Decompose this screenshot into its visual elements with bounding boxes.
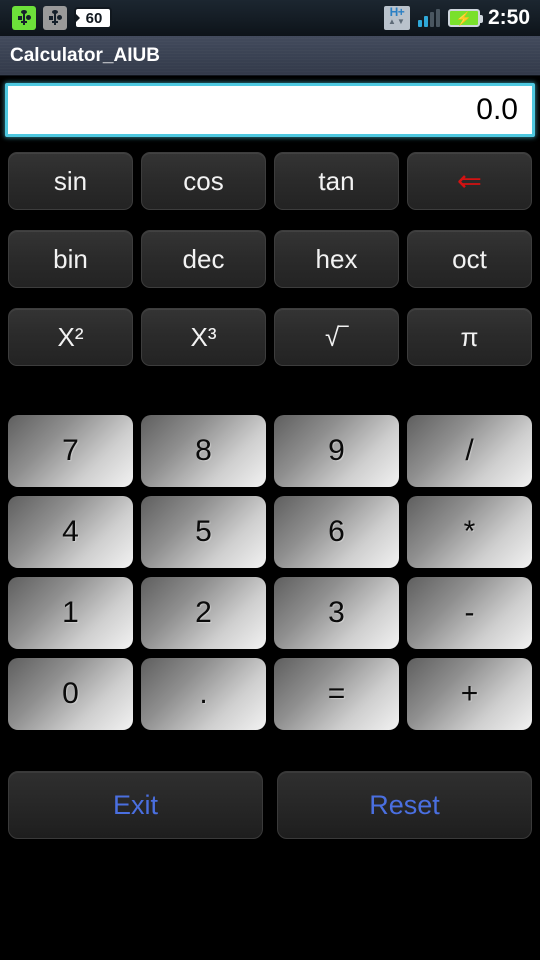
usb-connected-icon xyxy=(12,6,36,30)
reset-button[interactable]: Reset xyxy=(277,771,532,839)
charging-bolt-icon: ⚡ xyxy=(455,10,473,26)
keypad-row-789: 7 8 9 / xyxy=(0,415,540,487)
numeric-keypad: 7 8 9 / 4 5 6 * 1 2 3 - 0 . = + xyxy=(0,415,540,739)
calculator-app: 60 H+ ▲▼ ⚡ 2:50 Calculator_AIUB 0.0 sin … xyxy=(0,0,540,960)
add-button[interactable]: + xyxy=(407,658,532,730)
binary-button[interactable]: bin xyxy=(8,230,133,288)
digit-1-button[interactable]: 1 xyxy=(8,577,133,649)
status-bar-right: H+ ▲▼ ⚡ 2:50 xyxy=(383,6,530,30)
battery-charging-icon: ⚡ xyxy=(447,9,483,27)
keypad-row-0: 0 . = + xyxy=(0,658,540,730)
subtract-button[interactable]: - xyxy=(407,577,532,649)
title-bar: Calculator_AIUB xyxy=(0,36,540,76)
notification-count-badge: 60 xyxy=(74,7,112,29)
decimal-point-button[interactable]: . xyxy=(141,658,266,730)
display-value: 0.0 xyxy=(476,93,518,126)
exit-button[interactable]: Exit xyxy=(8,771,263,839)
digit-7-button[interactable]: 7 xyxy=(8,415,133,487)
network-hspa-icon: H+ ▲▼ xyxy=(383,6,410,30)
action-bar: Exit Reset xyxy=(0,771,540,839)
cube-button[interactable]: X³ xyxy=(141,308,266,366)
keypad-row-123: 1 2 3 - xyxy=(0,577,540,649)
octal-button[interactable]: oct xyxy=(407,230,532,288)
equals-button[interactable]: = xyxy=(274,658,399,730)
status-bar-clock: 2:50 xyxy=(487,6,530,29)
pi-button[interactable]: π xyxy=(407,308,532,366)
multiply-button[interactable]: * xyxy=(407,496,532,568)
divide-button[interactable]: / xyxy=(407,415,532,487)
signal-strength-icon xyxy=(417,9,440,27)
sin-button[interactable]: sin xyxy=(8,152,133,210)
status-bar-left: 60 xyxy=(12,6,112,30)
square-button[interactable]: X² xyxy=(8,308,133,366)
page-title: Calculator_AIUB xyxy=(10,44,160,66)
function-button-grid: sin cos tan ⇐ bin dec hex oct X² X³ √‾ π xyxy=(0,152,540,386)
network-arrows-label: ▲▼ xyxy=(388,17,406,26)
keypad-row-456: 4 5 6 * xyxy=(0,496,540,568)
digit-9-button[interactable]: 9 xyxy=(274,415,399,487)
cos-button[interactable]: cos xyxy=(141,152,266,210)
decimal-button[interactable]: dec xyxy=(141,230,266,288)
tan-button[interactable]: tan xyxy=(274,152,399,210)
digit-6-button[interactable]: 6 xyxy=(274,496,399,568)
digit-8-button[interactable]: 8 xyxy=(141,415,266,487)
function-row-power: X² X³ √‾ π xyxy=(0,308,540,366)
digit-3-button[interactable]: 3 xyxy=(274,577,399,649)
status-bar: 60 H+ ▲▼ ⚡ 2:50 xyxy=(0,0,540,36)
hexadecimal-button[interactable]: hex xyxy=(274,230,399,288)
backspace-button[interactable]: ⇐ xyxy=(407,152,532,210)
digit-0-button[interactable]: 0 xyxy=(8,658,133,730)
calculator-display[interactable]: 0.0 xyxy=(5,83,535,137)
function-row-base: bin dec hex oct xyxy=(0,230,540,288)
digit-2-button[interactable]: 2 xyxy=(141,577,266,649)
digit-4-button[interactable]: 4 xyxy=(8,496,133,568)
function-row-trig: sin cos tan ⇐ xyxy=(0,152,540,210)
digit-5-button[interactable]: 5 xyxy=(141,496,266,568)
square-root-button[interactable]: √‾ xyxy=(274,308,399,366)
usb-debug-icon xyxy=(43,6,67,30)
